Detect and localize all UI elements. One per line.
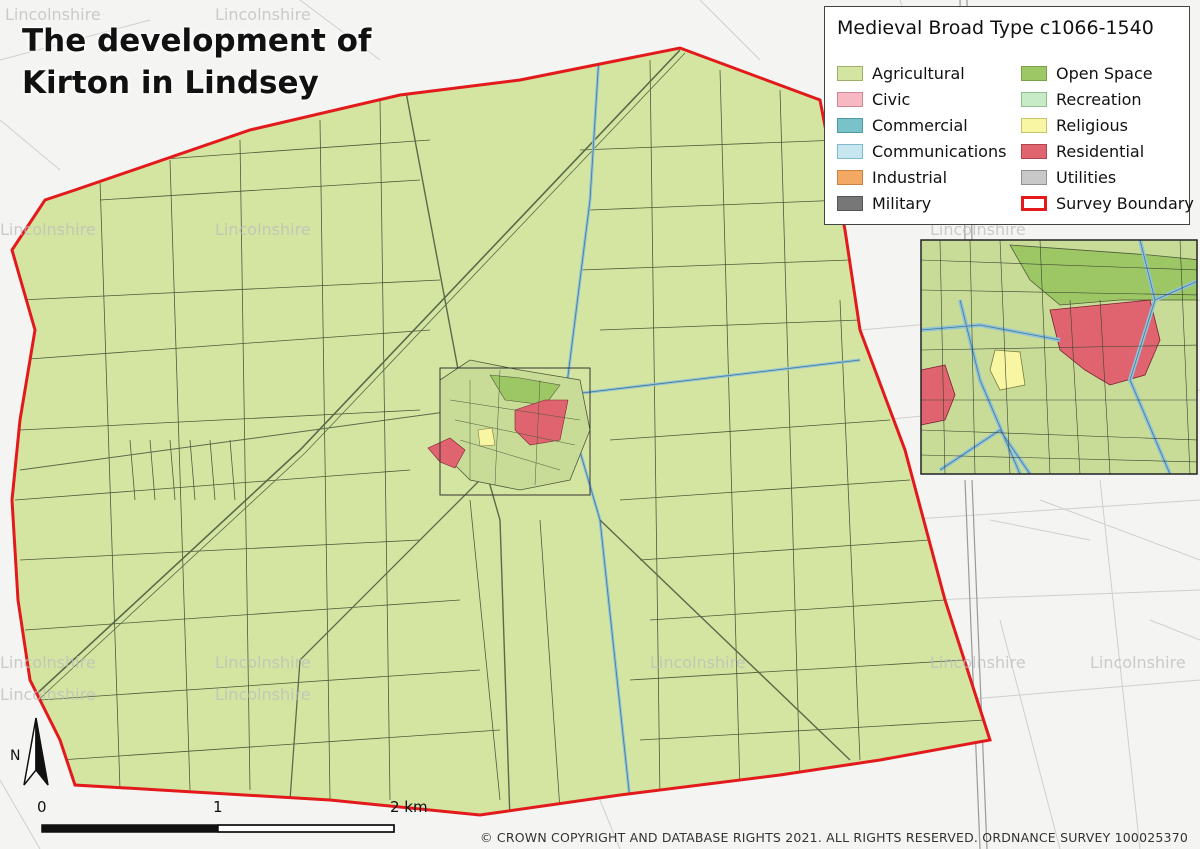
legend-label: Commercial: [872, 115, 968, 135]
legend-swatch: [1021, 143, 1047, 159]
legend-swatch: [837, 117, 863, 133]
copyright-notice: © CROWN COPYRIGHT AND DATABASE RIGHTS 20…: [480, 830, 1188, 845]
legend-item-agricultural: Agricultural: [837, 62, 965, 84]
legend-label: Civic: [872, 89, 911, 109]
title-line-2: Kirton in Lindsey: [22, 65, 319, 101]
legend-label: Industrial: [872, 167, 948, 187]
legend-item-open-space: Open Space: [1021, 62, 1153, 84]
legend-item-religious: Religious: [1021, 114, 1128, 136]
legend-label: Survey Boundary: [1056, 193, 1194, 213]
legend-swatch: [837, 143, 863, 159]
scale-label-one: 1: [213, 798, 223, 816]
scale-label-two: 2 km: [390, 798, 428, 816]
north-label: N: [10, 748, 21, 764]
legend-swatch: [837, 169, 863, 185]
svg-text:Lincolnshire: Lincolnshire: [930, 653, 1026, 672]
legend-item-recreation: Recreation: [1021, 88, 1142, 110]
svg-text:Lincolnshire: Lincolnshire: [1090, 653, 1186, 672]
legend-item-survey-boundary: Survey Boundary: [1021, 192, 1194, 214]
legend-title: Medieval Broad Type c1066-1540: [837, 17, 1154, 39]
legend-swatch: [1021, 65, 1047, 81]
scale-bar: [41, 824, 395, 833]
svg-text:Lincolnshire: Lincolnshire: [650, 653, 746, 672]
legend-swatch: [1021, 91, 1047, 107]
legend-swatch: [1021, 169, 1047, 185]
svg-text:Lincolnshire: Lincolnshire: [0, 653, 96, 672]
legend-label: Open Space: [1056, 63, 1153, 83]
legend-swatch: [837, 65, 863, 81]
religious-area[interactable]: [477, 427, 496, 447]
legend-label: Military: [872, 193, 932, 213]
legend-item-military: Military: [837, 192, 931, 214]
svg-text:Lincolnshire: Lincolnshire: [215, 220, 311, 239]
legend-swatch: [837, 195, 863, 211]
legend-label: Residential: [1056, 141, 1145, 161]
svg-text:Lincolnshire: Lincolnshire: [0, 220, 96, 239]
legend-item-civic: Civic: [837, 88, 910, 110]
title-line-1: The development of: [22, 23, 372, 59]
svg-text:Lincolnshire: Lincolnshire: [215, 685, 311, 704]
page-title: The development of Kirton in Lindsey: [22, 20, 371, 104]
legend-swatch: [1021, 117, 1047, 133]
legend-label: Communications: [872, 141, 1007, 161]
legend-label: Utilities: [1056, 167, 1117, 187]
inset-map[interactable]: [920, 239, 1200, 475]
legend-item-industrial: Industrial: [837, 166, 947, 188]
legend-label: Religious: [1056, 115, 1128, 135]
map-legend: Medieval Broad Type c1066-1540 Agricultu…: [824, 6, 1194, 225]
legend-item-commercial: Commercial: [837, 114, 968, 136]
scale-label-zero: 0: [37, 798, 47, 816]
legend-swatch: [1021, 195, 1047, 211]
legend-item-utilities: Utilities: [1021, 166, 1116, 188]
legend-swatch: [837, 91, 863, 107]
legend-item-communications: Communications: [837, 140, 1006, 162]
svg-text:Lincolnshire: Lincolnshire: [0, 685, 96, 704]
legend-label: Agricultural: [872, 63, 965, 83]
legend-label: Recreation: [1056, 89, 1142, 109]
svg-text:Lincolnshire: Lincolnshire: [215, 653, 311, 672]
legend-item-residential: Residential: [1021, 140, 1144, 162]
